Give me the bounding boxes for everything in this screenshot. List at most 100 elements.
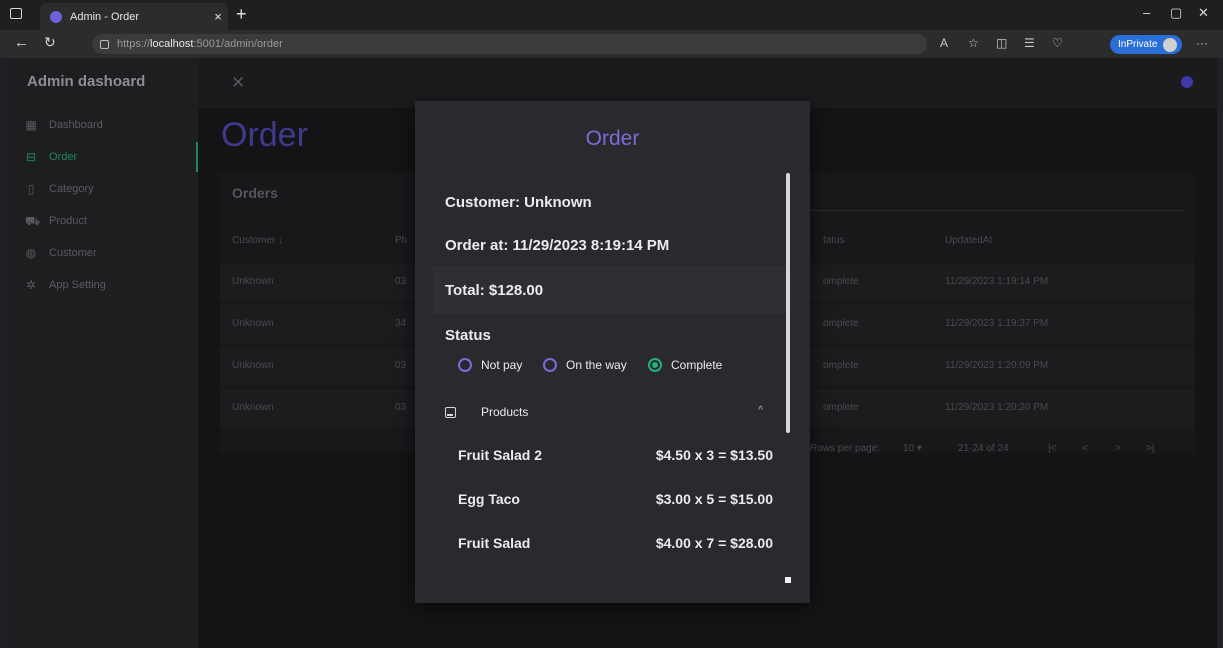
sidebar-item-label: Dashboard	[49, 119, 103, 131]
sidebar-item-label: Order	[49, 151, 78, 163]
tab-close-icon[interactable]: ×	[208, 9, 228, 24]
cell-status: omplete	[823, 276, 859, 287]
close-drawer-icon[interactable]: ✕	[231, 73, 245, 93]
favorites-icon[interactable]: ☰	[1024, 36, 1035, 50]
first-page-icon[interactable]: |<	[1048, 443, 1056, 454]
product-name: Fruit Salad	[458, 535, 531, 551]
sidebar-item-app-setting[interactable]: ✲ App Setting	[7, 270, 198, 300]
cell-phone: 03	[395, 360, 407, 371]
sidebar-item-label: Product	[49, 215, 87, 227]
chevron-up-icon[interactable]: ^	[758, 405, 763, 416]
table-icon: ⊟	[25, 150, 37, 164]
browser-essentials-icon[interactable]: ♡	[1052, 36, 1063, 50]
sidebar-item-order[interactable]: ⊟ Order	[7, 142, 198, 172]
globe-icon: ◍	[25, 246, 37, 260]
list-item: Egg Taco $3.00 x 5 = $15.00	[458, 491, 773, 507]
column-status[interactable]: tatus	[823, 235, 845, 246]
column-phone[interactable]: Ph	[395, 235, 407, 246]
dashboard-icon: ▦	[25, 118, 37, 132]
inprivate-label: InPrivate	[1118, 39, 1158, 50]
products-expander[interactable]: Products ^	[445, 403, 775, 421]
order-dialog: Order Customer: Unknown Order at: 11/29/…	[415, 101, 810, 603]
products-label: Products	[481, 405, 529, 419]
status-radio-not-pay[interactable]: Not pay	[458, 358, 522, 372]
divider	[810, 210, 1185, 211]
url-path: :5001/admin/order	[193, 38, 283, 50]
prev-page-icon[interactable]: <	[1082, 443, 1088, 454]
split-screen-icon[interactable]: ◫	[996, 36, 1007, 50]
radio-button[interactable]	[648, 358, 662, 372]
cell-phone: 03	[395, 402, 407, 413]
sidebar-item-label: Customer	[49, 247, 97, 259]
radio-button[interactable]	[543, 358, 557, 372]
sidebar-item-label: App Setting	[49, 279, 106, 291]
more-icon[interactable]: ···	[1196, 36, 1208, 50]
caret-down-icon: ▾	[916, 443, 922, 454]
minimize-button[interactable]: –	[1143, 5, 1150, 20]
column-updated[interactable]: UpdatedAt	[945, 235, 992, 246]
status-radio-on-the-way[interactable]: On the way	[543, 358, 627, 372]
list-item: Fruit Salad 2 $4.50 x 3 = $13.50	[458, 447, 773, 463]
refresh-icon[interactable]: ↻	[44, 34, 56, 51]
sidebar-item-dashboard[interactable]: ▦ Dashboard	[7, 110, 198, 140]
product-calc: $4.00 x 7 = $28.00	[655, 535, 773, 551]
cell-phone: 34	[395, 318, 407, 329]
avatar	[1163, 37, 1178, 52]
back-arrow-icon[interactable]: ←	[14, 34, 29, 51]
new-tab-button[interactable]: +	[236, 4, 247, 25]
inbox-icon	[445, 406, 456, 418]
cell-updated: 11/29/2023 1:20:20 PM	[945, 402, 1049, 413]
last-page-icon[interactable]: >|	[1146, 443, 1154, 454]
sort-arrow-icon: ↓	[278, 235, 284, 246]
cell-updated: 11/29/2023 1:20:09 PM	[945, 360, 1049, 371]
address-toolbar: ← ↻ https://localhost:5001/admin/order A…	[0, 30, 1223, 58]
list-item: Fruit Salad $4.00 x 7 = $28.00	[458, 535, 773, 551]
radio-label: Complete	[671, 358, 723, 372]
status-radio-complete[interactable]: Complete	[648, 358, 722, 372]
cell-updated: 11/29/2023 1:19:37 PM	[945, 318, 1049, 329]
sidebar-item-product[interactable]: ⛟ Product	[7, 206, 198, 236]
status-label: Status	[445, 327, 491, 344]
column-customer[interactable]: Customer ↓	[232, 235, 283, 246]
order-date-label: Order at: 11/29/2023 8:19:14 PM	[445, 237, 670, 254]
rows-per-page-label: Rows per page:	[810, 443, 881, 454]
read-aloud-icon[interactable]: A	[940, 36, 948, 50]
cell-status: omplete	[823, 318, 859, 329]
radio-label: Not pay	[481, 358, 523, 372]
customer-label: Customer: Unknown	[445, 194, 592, 211]
tab-actions-icon[interactable]	[10, 8, 22, 19]
total-label: Total: $128.00	[445, 282, 544, 299]
sidebar: Admin dashoard ▦ Dashboard ⊟ Order ▯ Cat…	[7, 58, 198, 648]
product-name: Egg Taco	[458, 491, 520, 507]
browser-window: Admin - Order × + – ▢ ✕ ← ↻ https://loca…	[0, 0, 1223, 648]
product-calc: $3.00 x 5 = $15.00	[655, 491, 773, 507]
sidebar-item-category[interactable]: ▯ Category	[7, 174, 198, 204]
cell-customer: Unknown	[232, 318, 274, 329]
address-bar[interactable]: https://localhost:5001/admin/order	[92, 34, 927, 54]
favorite-star-icon[interactable]: ☆	[968, 36, 979, 50]
product-name: Fruit Salad 2	[458, 447, 543, 463]
card-title: Orders	[232, 185, 278, 201]
cell-customer: Unknown	[232, 402, 274, 413]
dialog-scrollbar[interactable]	[786, 173, 790, 433]
cell-phone: 03	[395, 276, 407, 287]
sidebar-item-customer[interactable]: ◍ Customer	[7, 238, 198, 268]
tab-title: Admin - Order	[70, 10, 140, 23]
bookmark-icon: ▯	[27, 182, 35, 196]
site-favicon-icon	[50, 10, 62, 23]
next-page-icon[interactable]: >	[1115, 443, 1121, 454]
rows-per-page-select[interactable]: 10 ▾	[903, 443, 922, 454]
restore-button[interactable]: ▢	[1170, 5, 1182, 21]
radio-button[interactable]	[458, 358, 472, 372]
page-title: Order	[221, 116, 308, 154]
column-label: Customer	[232, 235, 276, 246]
lock-icon	[100, 39, 109, 49]
inprivate-badge[interactable]: InPrivate	[1110, 35, 1182, 54]
brand-title: Admin dashoard	[27, 73, 146, 90]
close-window-button[interactable]: ✕	[1198, 5, 1209, 21]
resize-handle[interactable]	[785, 577, 791, 583]
dark-mode-icon[interactable]	[1181, 76, 1193, 88]
cell-customer: Unknown	[232, 360, 274, 371]
browser-tab[interactable]: Admin - Order ×	[40, 3, 228, 30]
url-host: localhost	[150, 38, 194, 50]
